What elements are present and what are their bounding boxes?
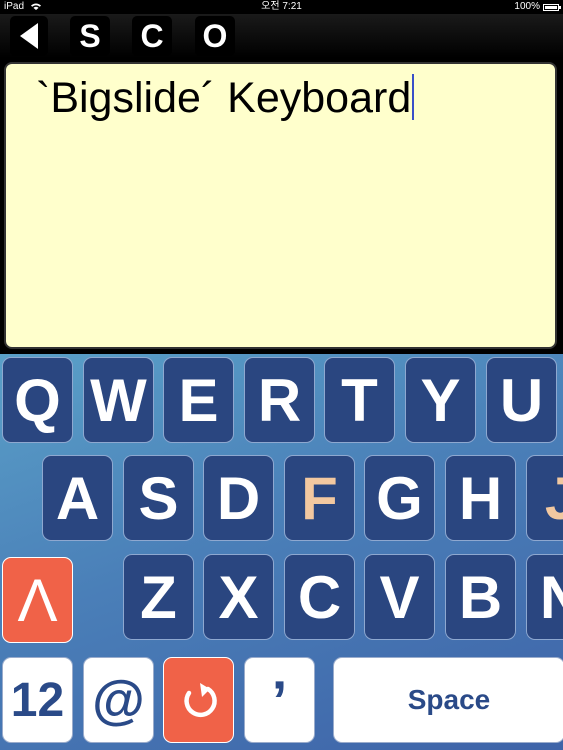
s-button[interactable]: S [70, 16, 110, 56]
key-x[interactable]: X [203, 554, 274, 640]
key-e[interactable]: E [163, 357, 234, 443]
key-w[interactable]: W [83, 357, 154, 443]
key-s[interactable]: S [123, 455, 194, 541]
undo-key[interactable] [163, 657, 234, 743]
key-r[interactable]: R [244, 357, 315, 443]
key-c[interactable]: C [284, 554, 355, 640]
key-h[interactable]: H [445, 455, 516, 541]
space-key[interactable]: Space [333, 657, 563, 743]
key-q[interactable]: Q [2, 357, 73, 443]
editor-text: `Bigslide´ Keyboard [36, 74, 412, 122]
key-n[interactable]: N [526, 554, 563, 640]
numbers-key[interactable]: 12 [2, 657, 73, 743]
back-button[interactable] [10, 16, 48, 56]
c-button[interactable]: C [132, 16, 172, 56]
editor-text-line: `Bigslide´ Keyboard [36, 74, 415, 123]
status-battery: 100% [514, 0, 561, 14]
key-z[interactable]: Z [123, 554, 194, 640]
status-time: 오전 7:21 [261, 1, 302, 12]
key-a[interactable]: A [42, 455, 113, 541]
key-d[interactable]: D [203, 455, 274, 541]
text-caret [412, 74, 415, 120]
key-g[interactable]: G [364, 455, 435, 541]
status-bar: iPad 오전 7:21 100% [0, 0, 563, 14]
key-f[interactable]: F [284, 455, 355, 541]
battery-icon [543, 3, 561, 11]
key-t[interactable]: T [324, 357, 395, 443]
top-toolbar: S C O [0, 14, 563, 58]
back-arrow-icon [20, 23, 38, 49]
o-button[interactable]: O [195, 16, 235, 56]
apostrophe-key[interactable]: ʼ [244, 657, 315, 743]
key-y[interactable]: Y [405, 357, 476, 443]
at-key[interactable]: @ [83, 657, 154, 743]
key-j[interactable]: J [526, 455, 563, 541]
text-editor[interactable]: `Bigslide´ Keyboard [4, 62, 557, 349]
undo-arrow-icon [183, 683, 217, 718]
key-u[interactable]: U [486, 357, 557, 443]
key-b[interactable]: B [445, 554, 516, 640]
shift-key[interactable]: Λ [2, 557, 73, 643]
battery-percent: 100% [514, 1, 540, 12]
key-v[interactable]: V [364, 554, 435, 640]
keyboard: Q W E R T Y U A S D F G H J Λ Z X C V B … [0, 354, 563, 750]
